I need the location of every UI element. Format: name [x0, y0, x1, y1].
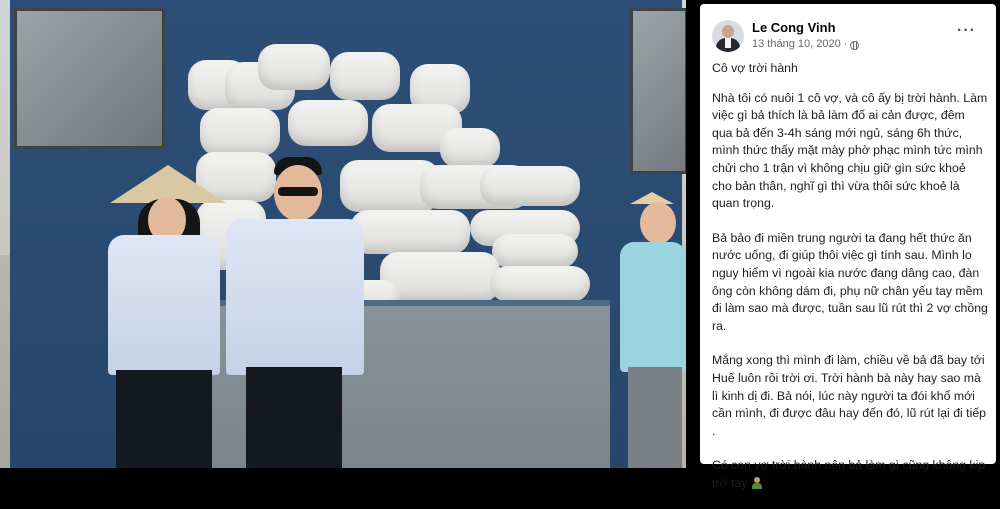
facebook-post-card: Le Cong Vinh 13 tháng 10, 2020 · ··· Cô …: [700, 4, 996, 490]
post-text: Cô vợ trời hành Nhà tôi có nuôi 1 cô vợ,…: [712, 60, 988, 509]
rice-sack: [288, 100, 368, 146]
post-date[interactable]: 13 tháng 10, 2020: [752, 38, 841, 50]
more-options-icon[interactable]: ···: [957, 23, 976, 39]
rice-sack: [258, 44, 330, 90]
sunglasses: [278, 187, 318, 196]
rice-sack: [350, 210, 470, 254]
author-name[interactable]: Le Cong Vinh: [752, 20, 836, 35]
rice-sack: [490, 266, 590, 302]
rice-sack: [492, 234, 578, 268]
rice-sack: [480, 166, 580, 206]
globe-icon[interactable]: [850, 40, 860, 50]
author-avatar[interactable]: [712, 20, 744, 52]
post-paragraph-last: Có con vợ trời hành nên bả làm gì cũng k…: [712, 457, 988, 492]
worker-figure: [600, 192, 686, 468]
truck-door-left: [14, 8, 165, 149]
person-emoji-icon: [751, 476, 762, 489]
post-paragraph: Mắng xong thì mình đi làm, chiều về bả đ…: [712, 353, 987, 438]
rice-sack: [440, 128, 500, 168]
man-figure: [218, 155, 368, 468]
post-meta: 13 tháng 10, 2020 ·: [752, 38, 860, 50]
post-paragraph: Cô vợ trời hành: [712, 61, 798, 75]
post-paragraph: Nhà tôi có nuôi 1 cô vợ, và cô ấy bị trờ…: [712, 90, 988, 211]
truck-door-right: [630, 8, 686, 174]
rice-sack: [200, 108, 280, 156]
post-photo[interactable]: [0, 0, 686, 468]
post-paragraph: Bả bảo đi miền trung người ta đang hết t…: [712, 230, 988, 333]
rice-sack: [330, 52, 400, 100]
